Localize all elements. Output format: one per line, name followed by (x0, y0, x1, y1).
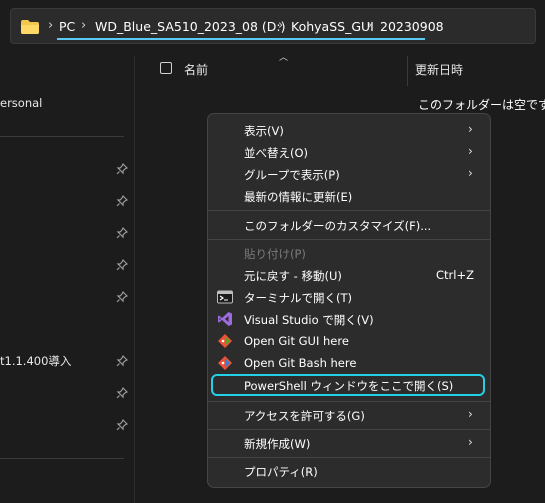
menu-item-label: 最新の情報に更新(E) (244, 190, 353, 204)
chevron-right-icon: › (48, 18, 54, 33)
menu-item-label: アクセスを許可する(G) (244, 409, 365, 423)
menu-item-label: 表示(V) (244, 124, 284, 138)
empty-folder-message: このフォルダーは空です。 (418, 98, 545, 112)
git-bash-icon (218, 356, 232, 370)
menu-separator (208, 210, 490, 211)
breadcrumb-highlight (57, 38, 425, 40)
menu-item-label: プロパティ(R) (244, 465, 318, 479)
menu-item-open-terminal[interactable]: ターミナルで開く(T) (208, 286, 490, 308)
menu-item-refresh[interactable]: 最新の情報に更新(E) (208, 185, 490, 207)
menu-item-open-git-gui[interactable]: Open Git GUI here (208, 330, 490, 352)
menu-item-sort[interactable]: 並べ替え(O) › (208, 141, 490, 163)
menu-item-new[interactable]: 新規作成(W) › (208, 432, 490, 454)
pin-icon[interactable] (116, 259, 128, 271)
git-gui-icon (218, 334, 232, 348)
sort-caret-icon: ︿ (279, 53, 289, 63)
menu-separator (208, 429, 490, 430)
select-all-checkbox[interactable] (160, 62, 172, 74)
nav-divider (0, 136, 124, 137)
menu-item-open-git-bash[interactable]: Open Git Bash here (208, 352, 490, 374)
menu-separator (208, 457, 490, 458)
pin-icon[interactable] (116, 195, 128, 207)
menu-separator (208, 401, 490, 402)
menu-item-label: 貼り付け(P) (244, 247, 306, 261)
terminal-icon (217, 290, 233, 304)
menu-item-label: グループで表示(P) (244, 168, 340, 182)
menu-separator (208, 239, 490, 240)
menu-item-label: 並べ替え(O) (244, 146, 309, 160)
menu-item-shortcut: Ctrl+Z (436, 268, 474, 282)
pin-icon[interactable] (116, 291, 128, 303)
column-header-name[interactable]: 名前 (184, 61, 208, 78)
menu-item-give-access[interactable]: アクセスを許可する(G) › (208, 404, 490, 426)
menu-item-label: Visual Studio で開く(V) (244, 313, 374, 327)
menu-item-label: Open Git Bash here (244, 356, 357, 370)
chevron-right-icon: › (468, 435, 473, 449)
menu-item-view[interactable]: 表示(V) › (208, 119, 490, 141)
breadcrumb-drive[interactable]: WD_Blue_SA510_2023_08 (D:) (95, 19, 286, 34)
column-header-date-modified[interactable]: 更新日時 (415, 61, 463, 78)
context-menu: 表示(V) › 並べ替え(O) › グループで表示(P) › 最新の情報に更新(… (207, 113, 491, 488)
pin-icon[interactable] (116, 419, 128, 431)
folder-icon (21, 20, 39, 34)
nav-divider (0, 458, 124, 459)
chevron-right-icon: › (468, 122, 473, 136)
chevron-right-icon: › (81, 18, 87, 33)
pin-icon[interactable] (116, 227, 128, 239)
menu-item-customize-folder[interactable]: このフォルダーのカスタマイズ(F)... (208, 214, 490, 236)
breadcrumb-kohyass[interactable]: KohyaSS_GUI (291, 19, 374, 34)
pane-splitter[interactable] (134, 56, 135, 503)
address-bar[interactable]: › PC › WD_Blue_SA510_2023_08 (D:) › Kohy… (10, 8, 536, 44)
menu-item-group-by[interactable]: グループで表示(P) › (208, 163, 490, 185)
visual-studio-icon (218, 312, 232, 326)
nav-item-personal[interactable]: ersonal (0, 96, 42, 110)
menu-item-label: ターミナルで開く(T) (244, 291, 352, 305)
pin-icon[interactable] (116, 355, 128, 367)
menu-item-label: Open Git GUI here (244, 334, 349, 348)
column-divider[interactable] (407, 56, 408, 86)
navigation-pane: ersonal t1.1.400導入 (0, 56, 134, 503)
chevron-right-icon: › (468, 166, 473, 180)
menu-item-open-visual-studio[interactable]: Visual Studio で開く(V) (208, 308, 490, 330)
chevron-right-icon: › (278, 18, 284, 33)
menu-item-label: 新規作成(W) (244, 437, 311, 451)
chevron-right-icon: › (468, 407, 473, 421)
menu-item-label: PowerShell ウィンドウをここで開く(S) (244, 379, 454, 393)
nav-item-folder[interactable]: t1.1.400導入 (0, 353, 71, 369)
pin-icon[interactable] (116, 163, 128, 175)
chevron-right-icon: › (367, 18, 373, 33)
menu-item-open-powershell[interactable]: PowerShell ウィンドウをここで開く(S) (208, 374, 490, 396)
menu-item-undo-move[interactable]: 元に戻す - 移動(U) Ctrl+Z (208, 264, 490, 286)
menu-item-label: 元に戻す - 移動(U) (244, 269, 342, 283)
menu-item-properties[interactable]: プロパティ(R) (208, 460, 490, 482)
chevron-right-icon: › (468, 144, 473, 158)
menu-item-label: このフォルダーのカスタマイズ(F)... (244, 219, 432, 233)
pin-icon[interactable] (116, 387, 128, 399)
menu-item-paste: 貼り付け(P) (208, 242, 490, 264)
breadcrumb-current-folder[interactable]: 20230908 (380, 19, 444, 34)
breadcrumb-pc[interactable]: PC (59, 19, 75, 34)
